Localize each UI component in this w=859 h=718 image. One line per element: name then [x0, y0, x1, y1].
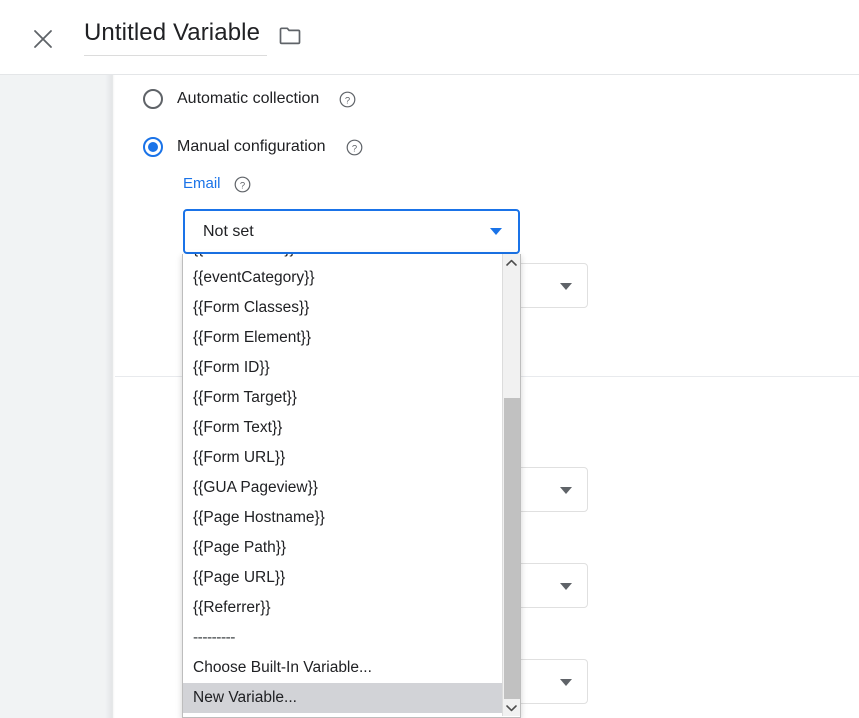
chevron-down-icon: [506, 704, 517, 711]
email-field-label: Email ?: [183, 175, 251, 193]
help-icon[interactable]: ?: [339, 91, 356, 108]
chevron-down-icon: [560, 283, 572, 290]
email-label-text: Email: [183, 175, 221, 192]
chevron-up-icon: [506, 259, 517, 266]
svg-text:?: ?: [239, 180, 244, 191]
dropdown-option[interactable]: {{Form Text}}: [183, 413, 503, 443]
dropdown-action-option[interactable]: New Variable...: [183, 683, 503, 713]
scroll-down-button[interactable]: [503, 699, 520, 716]
dropdown-action-option[interactable]: Choose Built-In Variable...: [183, 653, 503, 683]
email-select-value: Not set: [203, 222, 254, 240]
close-icon: [34, 30, 52, 48]
move-to-folder-button[interactable]: [277, 22, 303, 48]
dropdown-option[interactable]: {{Page URL}}: [183, 563, 503, 593]
editor-header: Untitled Variable: [0, 0, 859, 75]
left-rail: [0, 75, 113, 718]
dropdown-option-label: {{eventAction}}: [193, 254, 503, 263]
dropdown-option[interactable]: {{GUA Pageview}}: [183, 473, 503, 503]
folder-icon: [279, 26, 301, 44]
chevron-down-icon: [490, 228, 502, 235]
scrollbar-thumb[interactable]: [504, 398, 520, 701]
dropdown-option[interactable]: {{eventCategory}}: [183, 263, 503, 293]
help-circle-icon: ?: [339, 91, 356, 107]
email-select-dropdown: {{eventAction}}{{eventCategory}}{{Form C…: [182, 254, 521, 718]
dropdown-option[interactable]: {{Form Element}}: [183, 323, 503, 353]
radio-automatic-collection[interactable]: [143, 89, 163, 109]
chevron-down-icon: [560, 679, 572, 686]
dropdown-option[interactable]: {{Form Classes}}: [183, 293, 503, 323]
content-panel: Automatic collection ? Manual configurat…: [115, 75, 859, 718]
title-area: Untitled Variable: [84, 18, 303, 56]
dropdown-option[interactable]: {{Form ID}}: [183, 353, 503, 383]
email-select[interactable]: Not set: [183, 209, 520, 254]
dropdown-option[interactable]: {{Referrer}}: [183, 593, 503, 623]
chevron-down-icon: [560, 487, 572, 494]
help-circle-icon: ?: [234, 176, 250, 192]
radio-label-manual-configuration: Manual configuration: [177, 138, 326, 155]
dropdown-option[interactable]: {{Form Target}}: [183, 383, 503, 413]
dropdown-option[interactable]: {{Form URL}}: [183, 443, 503, 473]
dropdown-option[interactable]: {{Page Hostname}}: [183, 503, 503, 533]
dropdown-option[interactable]: {{Page Path}}: [183, 533, 503, 563]
dropdown-scrollbar[interactable]: [502, 254, 520, 716]
dropdown-option-clipped[interactable]: {{eventAction}}: [183, 254, 503, 263]
editor-body: Automatic collection ? Manual configurat…: [0, 75, 859, 718]
radio-row-manual-configuration[interactable]: Manual configuration ?: [143, 137, 363, 157]
dropdown-option-list: {{eventAction}}{{eventCategory}}{{Form C…: [183, 254, 503, 717]
radio-label-automatic-collection: Automatic collection: [177, 90, 320, 107]
svg-text:?: ?: [351, 143, 356, 154]
close-button[interactable]: [26, 22, 60, 56]
gtm-variable-editor: Untitled Variable Automatic collection ?…: [0, 0, 859, 718]
chevron-down-icon: [560, 583, 572, 590]
svg-text:?: ?: [345, 95, 350, 106]
radio-row-automatic-collection[interactable]: Automatic collection ?: [143, 89, 356, 109]
help-circle-icon: ?: [346, 139, 362, 155]
scroll-up-button[interactable]: [503, 254, 520, 271]
dropdown-separator: ---------: [193, 629, 235, 646]
radio-manual-configuration[interactable]: [143, 137, 163, 157]
variable-name-input[interactable]: Untitled Variable: [84, 18, 267, 56]
help-icon[interactable]: ?: [346, 139, 363, 156]
help-icon[interactable]: ?: [234, 176, 251, 193]
